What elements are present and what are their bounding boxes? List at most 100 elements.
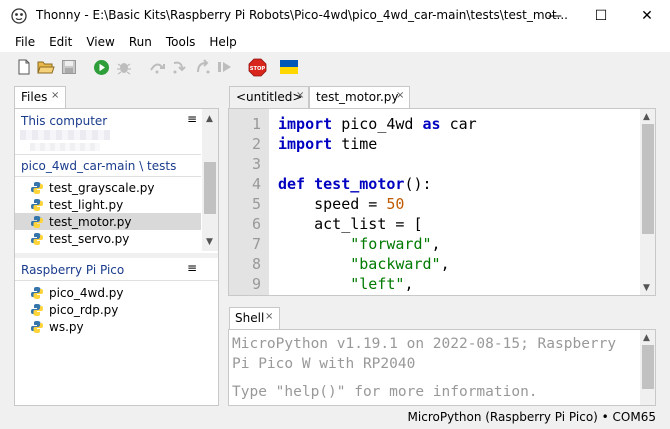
- save-button[interactable]: [60, 58, 78, 76]
- line-number: 3: [251, 155, 261, 173]
- current-path-breadcrumb[interactable]: pico_4wd_car-main \ tests: [21, 159, 176, 173]
- string-literal: "backward": [350, 255, 441, 273]
- menu-tools[interactable]: Tools: [159, 32, 203, 52]
- path-divider-2: [15, 176, 201, 177]
- step-out-icon: [197, 59, 210, 74]
- code-text: act_list = [: [278, 215, 423, 233]
- code-text: speed =: [278, 195, 387, 213]
- files-tab-label: Files: [21, 90, 48, 104]
- menu-run[interactable]: Run: [122, 32, 159, 52]
- shell-scroll-thumb[interactable]: [642, 345, 654, 389]
- open-file-icon: [37, 61, 55, 74]
- file-name: ws.py: [49, 319, 84, 334]
- maximize-button[interactable]: ☐: [578, 0, 624, 32]
- step-over-icon: [150, 63, 165, 74]
- tab-untitled-close-icon[interactable]: ×: [296, 90, 304, 101]
- files-tab-close-icon[interactable]: ×: [51, 90, 59, 101]
- shell-output-line: MicroPython v1.19.1 on 2022-08-15; Raspb…: [232, 336, 617, 352]
- string-literal: "forward": [350, 235, 432, 253]
- menu-view[interactable]: View: [79, 32, 121, 52]
- remote-divider: [15, 280, 218, 281]
- interpreter-status[interactable]: MicroPython (Raspberry Pi Pico) • COM65: [408, 410, 656, 424]
- open-file-button[interactable]: [37, 58, 55, 76]
- tab-untitled-label: <untitled>: [236, 90, 303, 104]
- python-file-icon: [31, 215, 43, 228]
- shell-output-line: Pi Pico W with RP2040: [232, 356, 416, 372]
- keyword: import: [278, 135, 333, 153]
- resume-button[interactable]: [216, 58, 234, 76]
- code-text: ,: [404, 275, 414, 293]
- keyword: import: [278, 115, 333, 133]
- minimize-button[interactable]: —: [532, 0, 578, 32]
- editor-scroll-down-icon[interactable]: ▼: [643, 283, 650, 293]
- file-name: test_motor.py: [49, 214, 132, 229]
- debug-icon: [117, 63, 131, 75]
- line-number: 5: [251, 195, 261, 213]
- python-file-icon: [31, 232, 43, 245]
- python-file-icon: [31, 198, 43, 211]
- line-number: 9: [251, 275, 261, 293]
- python-file-icon: [31, 320, 43, 333]
- tab-test-motor-close-icon[interactable]: ×: [396, 90, 404, 101]
- support-ukraine-button[interactable]: [279, 58, 299, 76]
- file-item[interactable]: test_servo.py: [15, 230, 201, 247]
- thonny-app-icon: [11, 8, 27, 24]
- pane-divider[interactable]: [15, 253, 218, 258]
- line-number: 2: [251, 135, 261, 153]
- file-item[interactable]: ws.py: [15, 318, 201, 335]
- editor-scroll-up-icon[interactable]: ▲: [643, 112, 650, 122]
- menu-file[interactable]: File: [0, 32, 42, 52]
- remote-menu-icon[interactable]: ≡: [187, 261, 197, 275]
- file-item[interactable]: test_light.py: [15, 196, 201, 213]
- code-text: car: [440, 115, 477, 133]
- code-line-2: import time: [278, 134, 377, 154]
- keyword: as: [422, 115, 441, 133]
- file-item[interactable]: pico_4wd.py: [15, 284, 201, 301]
- editor-scroll-thumb[interactable]: [642, 124, 654, 234]
- code-line-9: "left",: [278, 274, 413, 294]
- shell-tab-close-icon[interactable]: ×: [265, 311, 273, 322]
- step-out-button[interactable]: [194, 58, 212, 76]
- line-number: 7: [251, 235, 261, 253]
- close-button[interactable]: ✕: [624, 0, 670, 32]
- menu-edit[interactable]: Edit: [42, 32, 79, 52]
- line-number: 1: [251, 115, 261, 133]
- window-title: Thonny - E:\Basic Kits\Raspberry Pi Robo…: [36, 8, 568, 22]
- keyword: def: [278, 175, 306, 193]
- file-item-selected[interactable]: test_motor.py: [15, 213, 201, 230]
- code-line-1: import pico_4wd as car: [278, 114, 477, 134]
- stop-icon: STOP: [248, 58, 266, 76]
- file-item[interactable]: test_grayscale.py: [15, 179, 201, 196]
- menu-help[interactable]: Help: [202, 32, 243, 52]
- run-button[interactable]: [92, 58, 110, 76]
- step-into-button[interactable]: [171, 58, 189, 76]
- code-text: ,: [431, 235, 441, 253]
- file-name: test_light.py: [49, 197, 124, 212]
- scroll-up-icon[interactable]: ▲: [206, 114, 213, 124]
- scroll-down-icon[interactable]: ▼: [206, 237, 213, 247]
- raspberry-pi-pico-title: Raspberry Pi Pico: [21, 263, 125, 277]
- new-file-button[interactable]: [15, 58, 33, 76]
- save-icon: [62, 60, 76, 74]
- string-literal: "left": [350, 275, 405, 293]
- file-name: test_grayscale.py: [49, 180, 155, 195]
- minimize-icon: —: [548, 8, 562, 24]
- local-scroll-thumb[interactable]: [204, 162, 216, 214]
- debug-button[interactable]: [115, 58, 133, 76]
- new-file-icon: [18, 59, 30, 75]
- this-computer-title: This computer: [21, 114, 108, 128]
- step-over-button[interactable]: [148, 58, 166, 76]
- stop-label: STOP: [249, 66, 265, 72]
- step-into-icon: [173, 61, 186, 74]
- file-item[interactable]: pico_rdp.py: [15, 301, 201, 318]
- code-line-5: speed = 50: [278, 194, 404, 214]
- python-file-icon: [31, 286, 43, 299]
- stop-button[interactable]: STOP: [247, 58, 267, 76]
- python-file-icon: [31, 303, 43, 316]
- resume-icon: [218, 62, 231, 72]
- code-line-4: def test_motor():: [278, 174, 432, 194]
- local-menu-icon[interactable]: ≡: [187, 112, 197, 126]
- shell-scroll-up-icon[interactable]: ▲: [643, 333, 650, 343]
